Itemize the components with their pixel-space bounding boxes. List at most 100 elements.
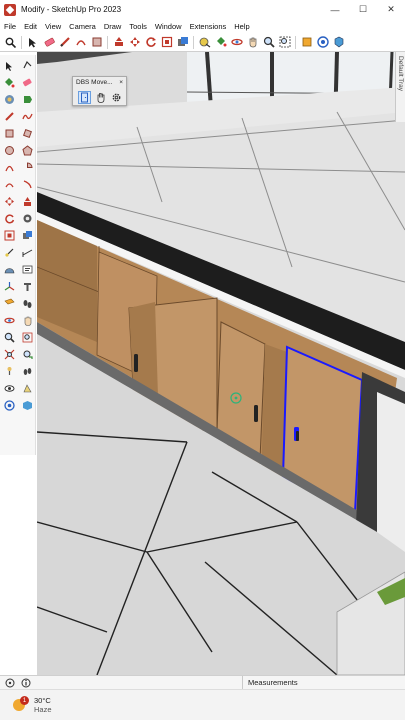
paint-bucket-icon[interactable]: [214, 36, 227, 49]
rotated-rectangle-icon[interactable]: [18, 125, 36, 142]
toolbar-separator: [193, 35, 194, 49]
eye-icon[interactable]: [0, 380, 18, 397]
arc-icon[interactable]: [74, 36, 87, 49]
select-arrow-icon[interactable]: [26, 36, 39, 49]
dimension-icon[interactable]: [18, 244, 36, 261]
component-icon[interactable]: [0, 91, 18, 108]
model-viewport[interactable]: [37, 52, 405, 675]
window-controls: — ☐ ✕: [321, 0, 405, 19]
paint-icon[interactable]: [0, 74, 18, 91]
eraser-icon[interactable]: [42, 36, 55, 49]
orbit-icon[interactable]: [230, 36, 243, 49]
look-around-icon[interactable]: [18, 363, 36, 380]
dbs-close-button[interactable]: ×: [119, 79, 123, 86]
move-icon[interactable]: [128, 36, 141, 49]
door-handle: [254, 405, 258, 422]
zoom-extents-icon[interactable]: [278, 36, 291, 49]
menu-view[interactable]: View: [45, 22, 61, 31]
sandbox-icon[interactable]: [18, 380, 36, 397]
arc3-icon[interactable]: [18, 176, 36, 193]
hand-icon[interactable]: [94, 91, 107, 104]
toolbar-separator: [107, 35, 108, 49]
3d-text-icon[interactable]: [18, 278, 36, 295]
menu-file[interactable]: File: [4, 22, 16, 31]
tool-palette: [0, 55, 36, 455]
rotate-icon[interactable]: [0, 210, 18, 227]
warehouse-icon[interactable]: [0, 397, 18, 414]
pan-icon[interactable]: [18, 312, 36, 329]
door-handle: [134, 354, 138, 372]
tag-icon[interactable]: [18, 91, 36, 108]
arc2-icon[interactable]: [0, 176, 18, 193]
follow-me-icon[interactable]: [18, 210, 36, 227]
offset-icon[interactable]: [176, 36, 189, 49]
polygon-icon[interactable]: [18, 142, 36, 159]
section-icon[interactable]: [300, 36, 313, 49]
zoom-icon[interactable]: [0, 329, 18, 346]
measurements-box[interactable]: Measurements: [242, 676, 405, 689]
dbs-toolbar-title: DBS Move...: [76, 79, 113, 86]
search-icon[interactable]: [4, 36, 17, 49]
circle-icon[interactable]: [0, 142, 18, 159]
offset-icon[interactable]: [18, 227, 36, 244]
zoom-icon[interactable]: [262, 36, 275, 49]
weather-icon[interactable]: 1: [10, 695, 30, 715]
menu-edit[interactable]: Edit: [24, 22, 37, 31]
position-camera-icon[interactable]: [0, 363, 18, 380]
tray-label: Default Tray: [397, 56, 404, 92]
extension-icon[interactable]: [18, 397, 36, 414]
pencil-icon[interactable]: [0, 108, 18, 125]
tape-measure-icon[interactable]: [198, 36, 211, 49]
menu-camera[interactable]: Camera: [69, 22, 96, 31]
rectangle-icon[interactable]: [90, 36, 103, 49]
zoom-extents-icon[interactable]: [0, 346, 18, 363]
geo-location-icon[interactable]: [4, 677, 16, 689]
lasso-icon[interactable]: [18, 57, 36, 74]
pie-icon[interactable]: [18, 159, 36, 176]
door-panel-icon[interactable]: [78, 90, 91, 104]
menu-draw[interactable]: Draw: [104, 22, 122, 31]
arc-icon[interactable]: [0, 159, 18, 176]
weather-widget[interactable]: 30°C Haze: [34, 696, 52, 714]
move-icon[interactable]: [0, 193, 18, 210]
warehouse-icon[interactable]: [316, 36, 329, 49]
maximize-button[interactable]: ☐: [349, 0, 377, 19]
zoom-window-icon[interactable]: [18, 329, 36, 346]
menu-tools[interactable]: Tools: [129, 22, 147, 31]
info-icon[interactable]: [20, 677, 32, 689]
axes-icon[interactable]: [0, 278, 18, 295]
tape-icon[interactable]: [0, 244, 18, 261]
push-pull-icon[interactable]: [112, 36, 125, 49]
select-icon[interactable]: [0, 57, 18, 74]
extension-icon[interactable]: [332, 36, 345, 49]
walk-icon[interactable]: [18, 295, 36, 312]
minimize-button[interactable]: —: [321, 0, 349, 19]
status-bar: Measurements: [0, 675, 405, 689]
sketchup-logo-icon: [4, 3, 16, 16]
close-button[interactable]: ✕: [377, 0, 405, 19]
rectangle-icon[interactable]: [0, 125, 18, 142]
sketchup-app: Modify - SketchUp Pro 2023 — ☐ ✕ File Ed…: [0, 0, 405, 720]
scale-icon[interactable]: [0, 227, 18, 244]
freehand-icon[interactable]: [18, 108, 36, 125]
pan-icon[interactable]: [246, 36, 259, 49]
orbit-icon[interactable]: [0, 312, 18, 329]
section-plane-icon[interactable]: [0, 295, 18, 312]
door-handle: [296, 431, 299, 441]
protractor-icon[interactable]: [0, 261, 18, 278]
menu-bar: File Edit View Camera Draw Tools Window …: [0, 19, 405, 33]
menu-help[interactable]: Help: [234, 22, 249, 31]
settings-gear-icon[interactable]: [110, 91, 123, 104]
eraser-icon[interactable]: [18, 74, 36, 91]
menu-extensions[interactable]: Extensions: [190, 22, 227, 31]
rotate-icon[interactable]: [144, 36, 157, 49]
previous-view-icon[interactable]: [18, 346, 36, 363]
default-tray-tab[interactable]: Default Tray: [395, 52, 405, 122]
scale-icon[interactable]: [160, 36, 173, 49]
weather-temperature: 30°C: [34, 696, 51, 705]
dbs-toolbar-titlebar[interactable]: DBS Move... ×: [73, 77, 126, 88]
pencil-icon[interactable]: [58, 36, 71, 49]
menu-window[interactable]: Window: [155, 22, 182, 31]
push-pull-icon[interactable]: [18, 193, 36, 210]
text-icon[interactable]: [18, 261, 36, 278]
